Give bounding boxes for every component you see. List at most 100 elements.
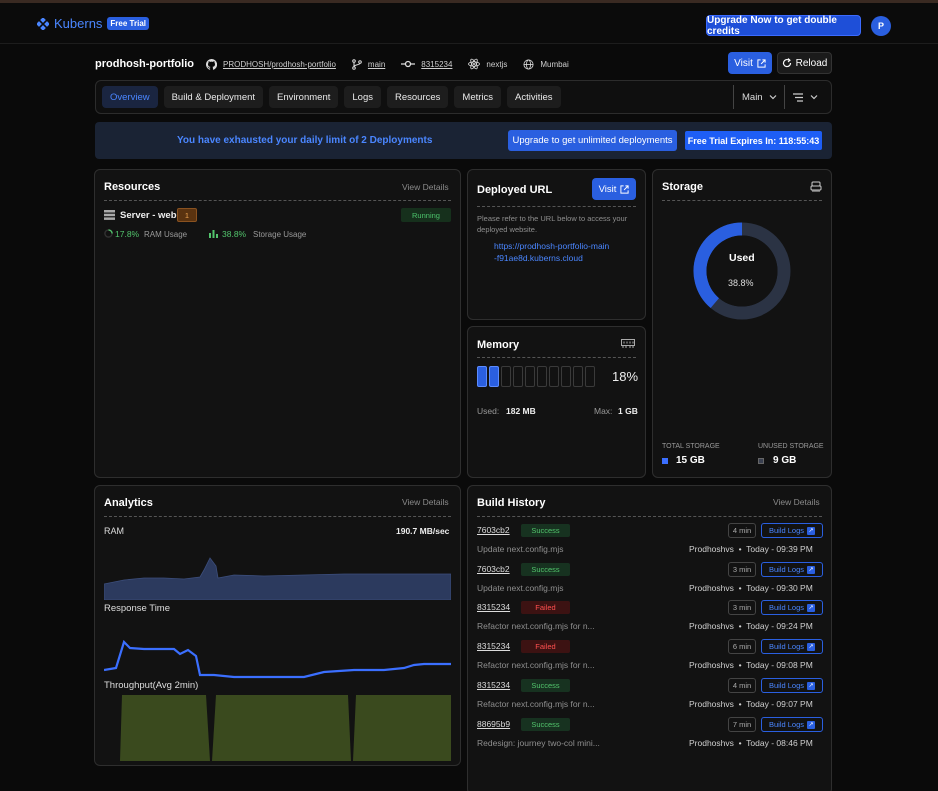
- resources-view-details-link[interactable]: View Details: [402, 182, 449, 192]
- memory-meter-cell: [585, 366, 595, 387]
- repo-name: PRODHOSH/prodhosh-portfolio: [222, 59, 336, 69]
- deployed-visit-button[interactable]: Visit: [592, 178, 636, 200]
- build-time: Today - 09:30 PM: [746, 583, 813, 593]
- tab-metrics[interactable]: Metrics: [454, 86, 502, 108]
- brand-name: Kuberns: [54, 16, 103, 31]
- region-name: Mumbai: [540, 59, 569, 69]
- tab-overview[interactable]: Overview: [102, 86, 158, 108]
- external-link-icon: ↗: [807, 526, 816, 535]
- build-time: Today - 09:24 PM: [746, 621, 813, 631]
- build-commit-hash[interactable]: 7603cb2: [477, 564, 510, 574]
- reload-icon: [782, 58, 791, 68]
- ram-chart-value: 190.7 MB/sec: [396, 526, 450, 536]
- view-menu-button[interactable]: [784, 85, 818, 109]
- tab-environment[interactable]: Environment: [269, 86, 339, 108]
- build-logs-button[interactable]: Build Logs ↗: [761, 678, 823, 693]
- globe-icon: [523, 59, 534, 69]
- memory-meter-cell: [537, 366, 547, 387]
- build-logs-button[interactable]: Build Logs ↗: [761, 523, 823, 538]
- tab-bar: Overview Build & Deployment Environment …: [95, 80, 832, 114]
- build-history-row: 7603cb2 Success 3 min Build Logs ↗ Update nex…: [477, 562, 823, 603]
- commit-link[interactable]: 8315234: [401, 60, 452, 69]
- tab-activities[interactable]: Activities: [507, 86, 561, 108]
- build-commit-message: Refactor next.config.mjs for n...: [477, 621, 595, 631]
- deployed-url-description: Please refer to the URL below to access …: [477, 214, 628, 234]
- build-logs-button[interactable]: Build Logs ↗: [761, 600, 823, 615]
- server-status-badge: Running: [401, 208, 451, 222]
- build-logs-label: Build Logs: [768, 720, 805, 729]
- build-history-row: 8315234 Success 4 min Build Logs ↗ Refactor n…: [477, 678, 823, 719]
- external-link-icon: ↗: [807, 565, 816, 574]
- tab-logs[interactable]: Logs: [344, 86, 381, 108]
- memory-meter-cell: [513, 366, 523, 387]
- build-duration: 4 min: [728, 678, 756, 693]
- upgrade-deployments-button[interactable]: Upgrade to get unlimited deployments: [508, 130, 677, 151]
- environment-select-value: Main: [742, 91, 763, 103]
- build-time: Today - 09:08 PM: [746, 660, 813, 670]
- build-author-time: Prodhoshvs • Today - 09:24 PM: [689, 621, 813, 631]
- memory-meter-cell: [501, 366, 511, 387]
- build-logs-button[interactable]: Build Logs ↗: [761, 562, 823, 577]
- external-link-icon: [757, 58, 766, 68]
- build-commit-hash[interactable]: 8315234: [477, 680, 510, 690]
- build-status-badge: Success: [521, 718, 570, 731]
- build-time: Today - 09:07 PM: [746, 699, 813, 709]
- build-history-row: 8315234 Failed 3 min Build Logs ↗ Refactor ne…: [477, 600, 823, 641]
- unused-storage-value: 9 GB: [773, 455, 797, 466]
- build-history-view-details-link[interactable]: View Details: [773, 497, 820, 507]
- build-commit-hash[interactable]: 8315234: [477, 641, 510, 651]
- framework-name: nextjs: [486, 59, 508, 69]
- free-trial-badge: Free Trial: [107, 17, 149, 30]
- react-icon: [468, 58, 481, 70]
- memory-chip-icon: [621, 339, 635, 348]
- build-duration: 4 min: [728, 523, 756, 538]
- avatar[interactable]: P: [871, 16, 891, 36]
- build-time: Today - 08:46 PM: [746, 738, 813, 748]
- build-author-time: Prodhoshvs • Today - 09:30 PM: [689, 583, 813, 593]
- external-link-icon: ↗: [807, 642, 816, 651]
- build-commit-hash[interactable]: 88695b9: [477, 719, 510, 729]
- deployed-url-line-2: -f91ae8d.kuberns.cloud: [494, 253, 583, 263]
- build-logs-button[interactable]: Build Logs ↗: [761, 639, 823, 654]
- server-name[interactable]: Server - web: [120, 210, 177, 221]
- deployed-url-line-1: https://prodhosh-portfolio-main: [494, 241, 610, 251]
- visit-button-label: Visit: [734, 57, 753, 69]
- tab-resources[interactable]: Resources: [386, 86, 449, 108]
- ram-gauge-icon: [104, 229, 113, 238]
- repo-link[interactable]: PRODHOSH/prodhosh-portfolio: [206, 58, 336, 70]
- trial-expiry-button[interactable]: Free Trial Expires In: 118:55:43: [685, 131, 822, 150]
- build-commit-hash[interactable]: 7603cb2: [477, 525, 510, 535]
- deployed-url-title: Deployed URL: [477, 184, 553, 196]
- server-count-badge: 1: [177, 208, 197, 222]
- visit-button[interactable]: Visit: [728, 52, 772, 74]
- deployment-limit-banner: You have exhausted your daily limit of 2…: [95, 122, 832, 159]
- brand-logo[interactable]: Kuberns Free Trial: [37, 16, 149, 31]
- memory-meter-cell: [489, 366, 499, 387]
- storage-donut-hole: [706, 235, 778, 307]
- build-commit-hash[interactable]: 8315234: [477, 602, 510, 612]
- bar-chart-icon: [209, 230, 218, 238]
- build-commit-message: Refactor next.config.mjs for n...: [477, 660, 595, 670]
- external-link-icon: [620, 184, 629, 194]
- tab-build-deployment[interactable]: Build & Deployment: [163, 86, 264, 108]
- kuberns-logo-icon: [37, 17, 49, 30]
- upgrade-credits-button[interactable]: Upgrade Now to get double credits: [706, 15, 861, 37]
- total-storage-value: 15 GB: [676, 455, 705, 466]
- storage-usage-label: Storage Usage: [253, 230, 307, 239]
- branch-name: main: [367, 59, 386, 69]
- build-logs-button[interactable]: Build Logs ↗: [761, 717, 823, 732]
- storage-usage-value: 38.8%: [222, 229, 247, 239]
- analytics-view-details-link[interactable]: View Details: [402, 497, 449, 507]
- environment-select[interactable]: Main: [733, 85, 777, 109]
- deployed-url-link[interactable]: https://prodhosh-portfolio-main -f91ae8d…: [494, 240, 609, 264]
- reload-button[interactable]: Reload: [777, 52, 832, 74]
- branch-link[interactable]: main: [352, 58, 386, 70]
- build-history-title: Build History: [477, 497, 546, 509]
- commit-hash: 8315234: [421, 59, 453, 69]
- throughput-label: Throughput(Avg 2min): [104, 680, 199, 691]
- branch-icon: [352, 58, 362, 70]
- storage-database-icon: [810, 181, 822, 192]
- ram-usage-value: 17.8%: [115, 229, 140, 239]
- external-link-icon: ↗: [807, 720, 816, 729]
- github-icon: [206, 58, 217, 70]
